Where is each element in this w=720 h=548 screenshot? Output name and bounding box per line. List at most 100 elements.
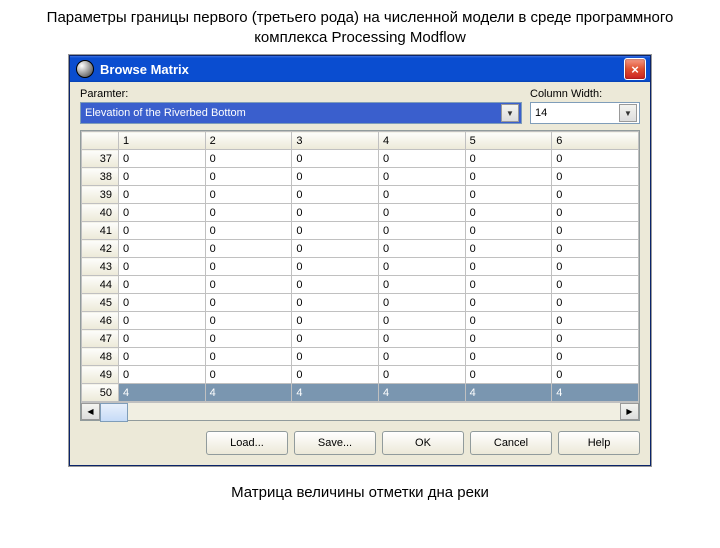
close-icon[interactable]: × bbox=[624, 58, 646, 80]
cell[interactable]: 0 bbox=[119, 150, 206, 168]
cell[interactable]: 0 bbox=[292, 276, 379, 294]
cell[interactable]: 0 bbox=[292, 204, 379, 222]
cell[interactable]: 0 bbox=[465, 204, 552, 222]
cell[interactable]: 0 bbox=[119, 186, 206, 204]
cell[interactable]: 0 bbox=[552, 222, 639, 240]
cell[interactable]: 0 bbox=[465, 150, 552, 168]
table-row[interactable]: 40000000 bbox=[82, 204, 639, 222]
cell[interactable]: 0 bbox=[119, 312, 206, 330]
cell[interactable]: 4 bbox=[552, 384, 639, 402]
ok-button[interactable]: OK bbox=[382, 431, 464, 455]
cell[interactable]: 0 bbox=[205, 276, 292, 294]
cell[interactable]: 0 bbox=[119, 366, 206, 384]
cell[interactable]: 0 bbox=[205, 240, 292, 258]
cell[interactable]: 0 bbox=[378, 348, 465, 366]
cell[interactable]: 0 bbox=[378, 186, 465, 204]
table-row[interactable]: 38000000 bbox=[82, 168, 639, 186]
parameter-select[interactable]: Elevation of the Riverbed Bottom ▼ bbox=[80, 102, 522, 124]
row-header[interactable]: 39 bbox=[82, 186, 119, 204]
cell[interactable]: 4 bbox=[465, 384, 552, 402]
cell[interactable]: 0 bbox=[205, 294, 292, 312]
cell[interactable]: 0 bbox=[292, 366, 379, 384]
cell[interactable]: 0 bbox=[119, 240, 206, 258]
cell[interactable]: 4 bbox=[292, 384, 379, 402]
cell[interactable]: 0 bbox=[292, 330, 379, 348]
cell[interactable]: 0 bbox=[119, 168, 206, 186]
scroll-track[interactable] bbox=[100, 403, 620, 420]
cell[interactable]: 0 bbox=[378, 222, 465, 240]
row-header[interactable]: 48 bbox=[82, 348, 119, 366]
save-button[interactable]: Save... bbox=[294, 431, 376, 455]
table-row[interactable]: 41000000 bbox=[82, 222, 639, 240]
cell[interactable]: 0 bbox=[378, 276, 465, 294]
cell[interactable]: 0 bbox=[378, 294, 465, 312]
help-button[interactable]: Help bbox=[558, 431, 640, 455]
cell[interactable]: 0 bbox=[205, 186, 292, 204]
table-row[interactable]: 39000000 bbox=[82, 186, 639, 204]
row-header[interactable]: 49 bbox=[82, 366, 119, 384]
cell[interactable]: 0 bbox=[552, 186, 639, 204]
horizontal-scrollbar[interactable]: ◀ ▶ bbox=[81, 402, 639, 420]
cell[interactable]: 0 bbox=[378, 330, 465, 348]
cell[interactable]: 0 bbox=[465, 240, 552, 258]
cell[interactable]: 0 bbox=[552, 366, 639, 384]
cell[interactable]: 0 bbox=[119, 258, 206, 276]
table-row[interactable]: 43000000 bbox=[82, 258, 639, 276]
row-header[interactable]: 47 bbox=[82, 330, 119, 348]
table-row[interactable]: 45000000 bbox=[82, 294, 639, 312]
cell[interactable]: 0 bbox=[378, 240, 465, 258]
cell[interactable]: 4 bbox=[205, 384, 292, 402]
titlebar[interactable]: Browse Matrix × bbox=[70, 56, 650, 82]
cell[interactable]: 0 bbox=[465, 366, 552, 384]
cell[interactable]: 0 bbox=[465, 348, 552, 366]
cell[interactable]: 0 bbox=[378, 312, 465, 330]
cell[interactable]: 0 bbox=[552, 168, 639, 186]
cell[interactable]: 0 bbox=[465, 330, 552, 348]
cancel-button[interactable]: Cancel bbox=[470, 431, 552, 455]
cell[interactable]: 0 bbox=[378, 258, 465, 276]
load-button[interactable]: Load... bbox=[206, 431, 288, 455]
cell[interactable]: 0 bbox=[205, 222, 292, 240]
cell[interactable]: 0 bbox=[292, 186, 379, 204]
cell[interactable]: 0 bbox=[119, 330, 206, 348]
column-header[interactable]: 5 bbox=[465, 132, 552, 150]
cell[interactable]: 0 bbox=[205, 258, 292, 276]
row-header[interactable]: 40 bbox=[82, 204, 119, 222]
row-header[interactable]: 45 bbox=[82, 294, 119, 312]
cell[interactable]: 0 bbox=[292, 222, 379, 240]
table-row[interactable]: 50444444 bbox=[82, 384, 639, 402]
cell[interactable]: 0 bbox=[552, 330, 639, 348]
scroll-right-icon[interactable]: ▶ bbox=[620, 403, 639, 420]
cell[interactable]: 0 bbox=[119, 222, 206, 240]
cell[interactable]: 0 bbox=[552, 312, 639, 330]
cell[interactable]: 0 bbox=[465, 168, 552, 186]
cell[interactable]: 0 bbox=[292, 258, 379, 276]
cell[interactable]: 0 bbox=[205, 330, 292, 348]
row-header[interactable]: 41 bbox=[82, 222, 119, 240]
column-header[interactable]: 3 bbox=[292, 132, 379, 150]
cell[interactable]: 0 bbox=[292, 240, 379, 258]
table-row[interactable]: 37000000 bbox=[82, 150, 639, 168]
matrix-grid[interactable]: 1234563700000038000000390000004000000041… bbox=[80, 130, 640, 421]
cell[interactable]: 0 bbox=[552, 150, 639, 168]
cell[interactable]: 0 bbox=[465, 258, 552, 276]
cell[interactable]: 0 bbox=[378, 204, 465, 222]
table-row[interactable]: 49000000 bbox=[82, 366, 639, 384]
table-row[interactable]: 42000000 bbox=[82, 240, 639, 258]
cell[interactable]: 0 bbox=[465, 186, 552, 204]
cell[interactable]: 0 bbox=[552, 240, 639, 258]
cell[interactable]: 0 bbox=[205, 348, 292, 366]
table-row[interactable]: 46000000 bbox=[82, 312, 639, 330]
cell[interactable]: 4 bbox=[378, 384, 465, 402]
cell[interactable]: 0 bbox=[205, 168, 292, 186]
scroll-left-icon[interactable]: ◀ bbox=[81, 403, 100, 420]
cell[interactable]: 0 bbox=[552, 294, 639, 312]
cell[interactable]: 0 bbox=[205, 312, 292, 330]
table-row[interactable]: 48000000 bbox=[82, 348, 639, 366]
cell[interactable]: 0 bbox=[378, 366, 465, 384]
cell[interactable]: 0 bbox=[465, 294, 552, 312]
table-row[interactable]: 47000000 bbox=[82, 330, 639, 348]
cell[interactable]: 0 bbox=[205, 366, 292, 384]
column-width-select[interactable]: 14 ▼ bbox=[530, 102, 640, 124]
scroll-thumb[interactable] bbox=[100, 403, 128, 422]
